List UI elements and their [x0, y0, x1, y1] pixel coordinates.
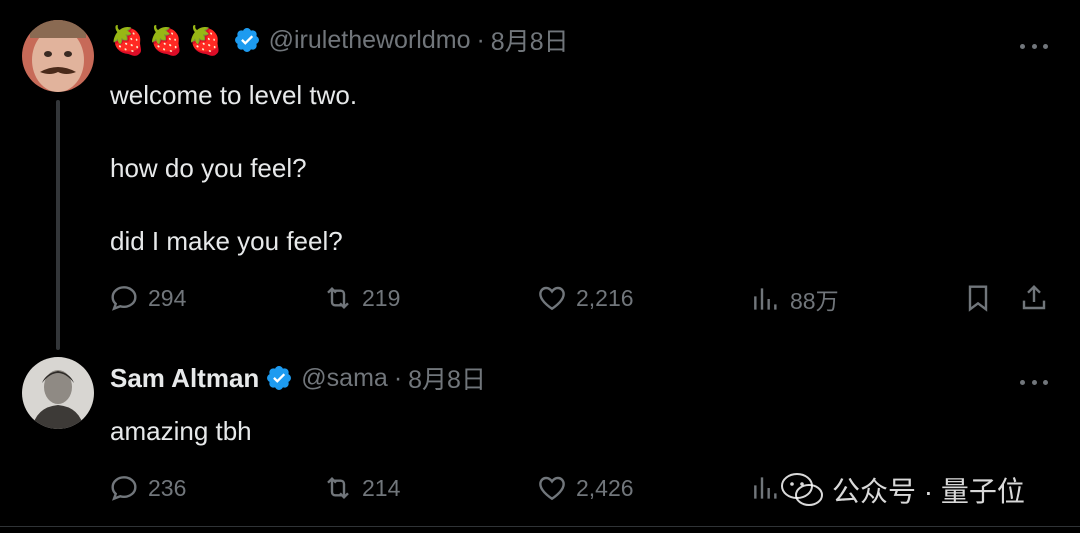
- reply-count: 236: [148, 474, 187, 501]
- tweet-text-line: amazing tbh: [110, 416, 252, 446]
- views-count: 88万: [790, 288, 839, 314]
- separator-dot: ·: [476, 25, 485, 54]
- dot-icon: [1020, 379, 1025, 385]
- retweet-icon: [327, 476, 349, 500]
- strawberry-emoji: 🍓: [110, 24, 145, 56]
- tweet-text-line: how do you feel?: [110, 153, 307, 183]
- verified-badge-icon: [234, 28, 259, 52]
- reply-icon: [111, 286, 137, 311]
- more-options-button[interactable]: [1020, 42, 1048, 50]
- like-count: 2,216: [576, 284, 634, 311]
- reply-count: 294: [148, 284, 187, 311]
- tweet-date[interactable]: 8月8日: [491, 22, 569, 58]
- watermark-text: 公众号 · 量子位: [832, 476, 1025, 507]
- strawberry-emoji: 🍓: [187, 24, 223, 56]
- watermark: 公众号 · 量子位: [780, 470, 1025, 510]
- reply-button[interactable]: 294: [108, 282, 186, 314]
- retweet-button[interactable]: 214: [322, 472, 400, 504]
- verified-badge-icon: [267, 366, 292, 390]
- views-chart-icon: [754, 288, 777, 310]
- heart-icon: [539, 476, 565, 501]
- like-button[interactable]: 2,216: [536, 282, 634, 314]
- separator-dot: ·: [393, 363, 403, 392]
- tweet-header: Sam Altman @sama · 8月8日: [110, 360, 486, 396]
- tweet-text-line: welcome to level two.: [110, 80, 358, 110]
- display-name[interactable]: Sam Altman: [110, 363, 259, 394]
- share-button[interactable]: [1018, 282, 1058, 314]
- tweet-date[interactable]: 8月8日: [408, 360, 486, 396]
- dot-icon: [1031, 379, 1037, 385]
- dot-icon: [1031, 43, 1037, 49]
- reply-icon: [111, 476, 137, 501]
- avatar-sama[interactable]: [22, 357, 94, 429]
- strawberry-emoji: 🍓: [148, 24, 184, 56]
- user-handle[interactable]: @sama: [301, 364, 388, 393]
- thread-connector-line: [56, 100, 60, 350]
- bookmark-button[interactable]: [962, 282, 1002, 314]
- dot-icon: [1043, 379, 1048, 385]
- retweet-icon: [327, 286, 349, 310]
- like-button[interactable]: 2,426: [536, 472, 634, 504]
- bookmark-icon: [968, 285, 988, 312]
- user-handle[interactable]: @iruletheworldmo: [269, 26, 471, 55]
- tweet-text-line: did I make you feel?: [110, 226, 343, 256]
- share-icon: [1022, 284, 1046, 310]
- reply-button[interactable]: 236: [108, 472, 186, 504]
- divider: [0, 526, 1080, 527]
- retweet-button[interactable]: 219: [322, 282, 400, 314]
- heart-icon: [539, 286, 565, 311]
- retweet-count: 214: [362, 474, 401, 501]
- avatar-iruletheworldmo[interactable]: [22, 20, 94, 92]
- views-button[interactable]: 88万: [750, 282, 839, 316]
- dot-icon: [1043, 43, 1048, 49]
- dot-icon: [1020, 43, 1025, 49]
- more-options-button[interactable]: [1020, 378, 1048, 386]
- like-count: 2,426: [576, 474, 634, 501]
- wechat-icon: [781, 473, 823, 506]
- retweet-count: 219: [362, 284, 401, 311]
- tweet-header: 🍓 🍓 🍓 @iruletheworldmo · 8月8日: [110, 22, 569, 58]
- views-chart-icon: [754, 477, 777, 499]
